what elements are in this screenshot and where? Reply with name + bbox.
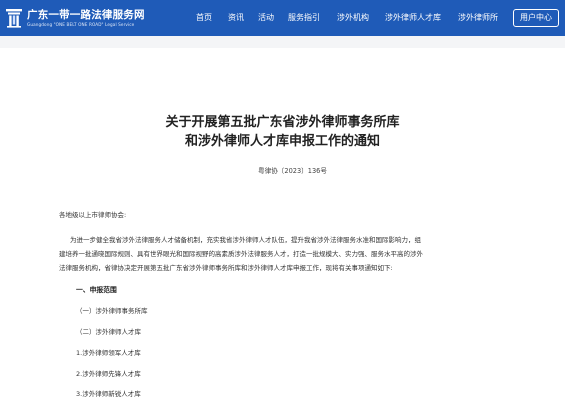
nav-home[interactable]: 首页 xyxy=(196,12,212,23)
site-subtitle: Guangdong "ONE BELT ONE ROAD" Legal Serv… xyxy=(27,22,135,27)
document-title-line1: 关于开展第五批广东省涉外律师事务所库 xyxy=(165,115,400,130)
body-line: 法律服务机构，省律协决定开展第五批广东省涉外律师事务所库和涉外律师人才库申报工作… xyxy=(59,264,393,272)
user-center-button[interactable]: 用户中心 xyxy=(513,9,559,27)
nav-law-firms[interactable]: 涉外律师所 xyxy=(458,12,498,23)
section-heading: 一、申报范围 xyxy=(76,286,117,294)
nav-events[interactable]: 活动 xyxy=(258,12,274,23)
content-panel: 关于开展第五批广东省涉外律师事务所库 和涉外律师人才库申报工作的通知 粤律协〔2… xyxy=(0,48,565,400)
list-item: 1.涉外律师领军人才库 xyxy=(76,349,141,357)
top-header: 广东一带一路法律服务网 Guangdong "ONE BELT ONE ROAD… xyxy=(0,0,565,36)
nav-foreign-institutions[interactable]: 涉外机构 xyxy=(337,12,369,23)
nav-service-guide[interactable]: 服务指引 xyxy=(288,12,320,23)
list-item: 2.涉外律师先锋人才库 xyxy=(76,370,141,378)
body-line: 建培养一批通晓国际规则、具有世界眼光和国际视野的高素质涉外法律服务人才，打造一批… xyxy=(59,250,423,258)
logo-icon xyxy=(6,9,22,28)
document-title-line2: 和涉外律师人才库申报工作的通知 xyxy=(184,134,380,149)
document-number: 粤律协〔2023〕136号 xyxy=(258,167,327,175)
body-line: 为进一步健全我省涉外法律服务人才储备机制，充实我省涉外律师人才队伍，提升我省涉外… xyxy=(70,236,421,244)
nav-lawyer-talent-pool[interactable]: 涉外律师人才库 xyxy=(385,12,441,23)
subsection-heading: （二）涉外律师人才库 xyxy=(76,328,141,336)
salutation: 各地级以上市律师协会: xyxy=(59,211,127,219)
subsection-heading: （一）涉外律师事务所库 xyxy=(76,307,148,315)
nav-news[interactable]: 资讯 xyxy=(228,12,244,23)
site-title[interactable]: 广东一带一路法律服务网 xyxy=(27,7,145,22)
list-item: 3.涉外律师新锐人才库 xyxy=(76,390,141,398)
